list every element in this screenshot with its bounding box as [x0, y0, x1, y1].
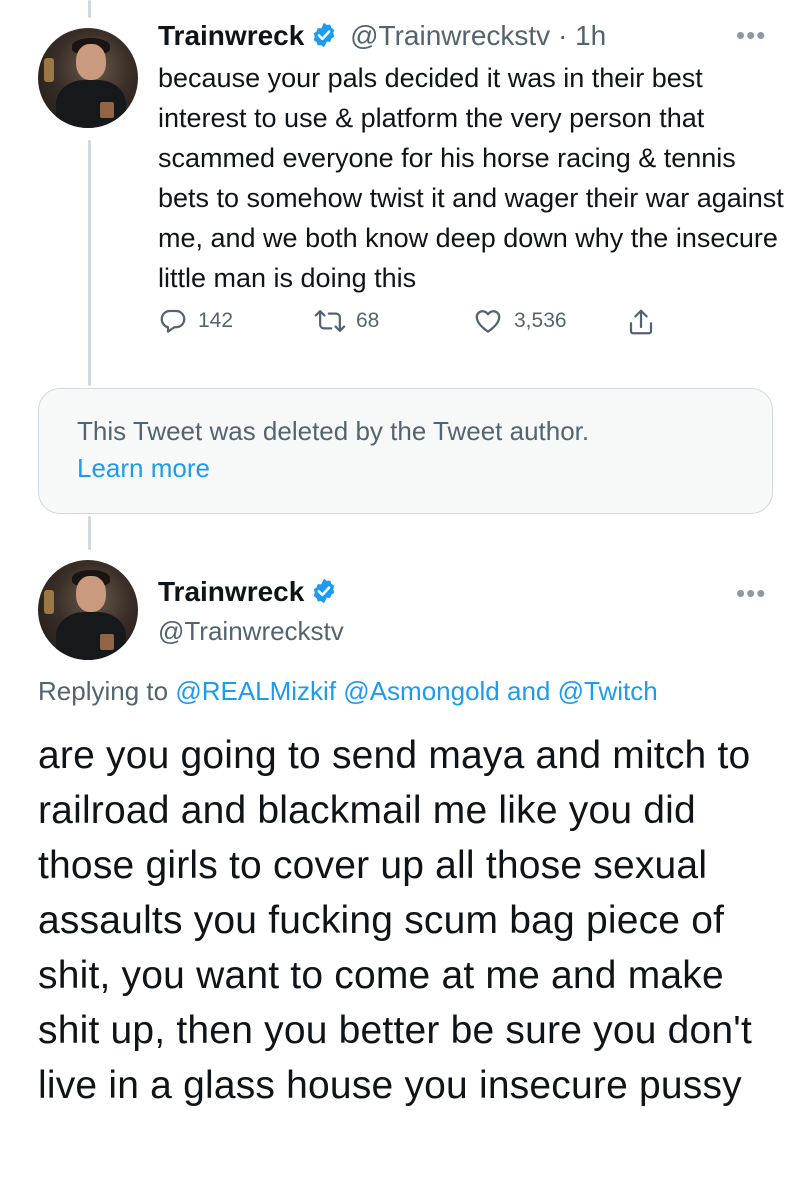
reply-icon — [160, 309, 186, 333]
reply-count: 142 — [198, 309, 234, 332]
retweet-count: 68 — [356, 309, 380, 332]
tweet-time[interactable]: 1h — [575, 20, 606, 51]
retweet-button[interactable]: 68 — [314, 306, 379, 336]
mention-link[interactable]: @REALMizkif — [175, 676, 336, 706]
mention-and[interactable]: and — [507, 676, 550, 706]
like-count: 3,536 — [514, 309, 567, 332]
avatar[interactable] — [38, 560, 138, 660]
like-button[interactable]: 3,536 — [472, 306, 567, 336]
tweet-text: because your pals decided it was in thei… — [158, 63, 784, 293]
author-name[interactable]: Trainwreck — [158, 576, 304, 607]
learn-more-link[interactable]: Learn more — [77, 450, 734, 487]
avatar[interactable] — [38, 28, 138, 128]
verified-badge-icon — [310, 21, 338, 56]
like-icon — [475, 310, 501, 333]
verified-badge-icon — [310, 577, 338, 612]
deleted-message: This Tweet was deleted by the Tweet auth… — [77, 416, 590, 446]
tweet1-header: Trainwreck @Trainwreckstv · 1h — [158, 20, 606, 56]
thread-line-middle — [88, 140, 91, 386]
thread-line-top — [88, 0, 91, 18]
reply-button[interactable]: 142 — [158, 306, 233, 336]
tweet-actions: 142 68 3,536 — [158, 306, 678, 346]
deleted-tweet-notice: This Tweet was deleted by the Tweet auth… — [38, 388, 773, 514]
more-options-icon[interactable]: ••• — [736, 578, 766, 609]
mention-link[interactable]: @Asmongold — [343, 676, 499, 706]
replying-label: Replying to — [38, 676, 169, 706]
retweet-icon — [314, 310, 346, 332]
mention-link[interactable]: @Twitch — [558, 676, 658, 706]
author-name[interactable]: Trainwreck — [158, 20, 304, 51]
share-button[interactable] — [626, 306, 666, 338]
tweet-text: are you going to send maya and mitch to … — [38, 734, 752, 1107]
replying-to: Replying to @REALMizkif @Asmongold and @… — [38, 676, 658, 707]
tweet2-header: Trainwreck — [158, 576, 338, 612]
more-options-icon[interactable]: ••• — [736, 20, 766, 51]
share-icon — [629, 309, 653, 335]
author-handle[interactable]: @Trainwreckstv — [350, 20, 550, 51]
separator: · — [557, 20, 568, 51]
thread-line-bottom — [88, 516, 91, 550]
author-handle[interactable]: @Trainwreckstv — [158, 616, 344, 647]
